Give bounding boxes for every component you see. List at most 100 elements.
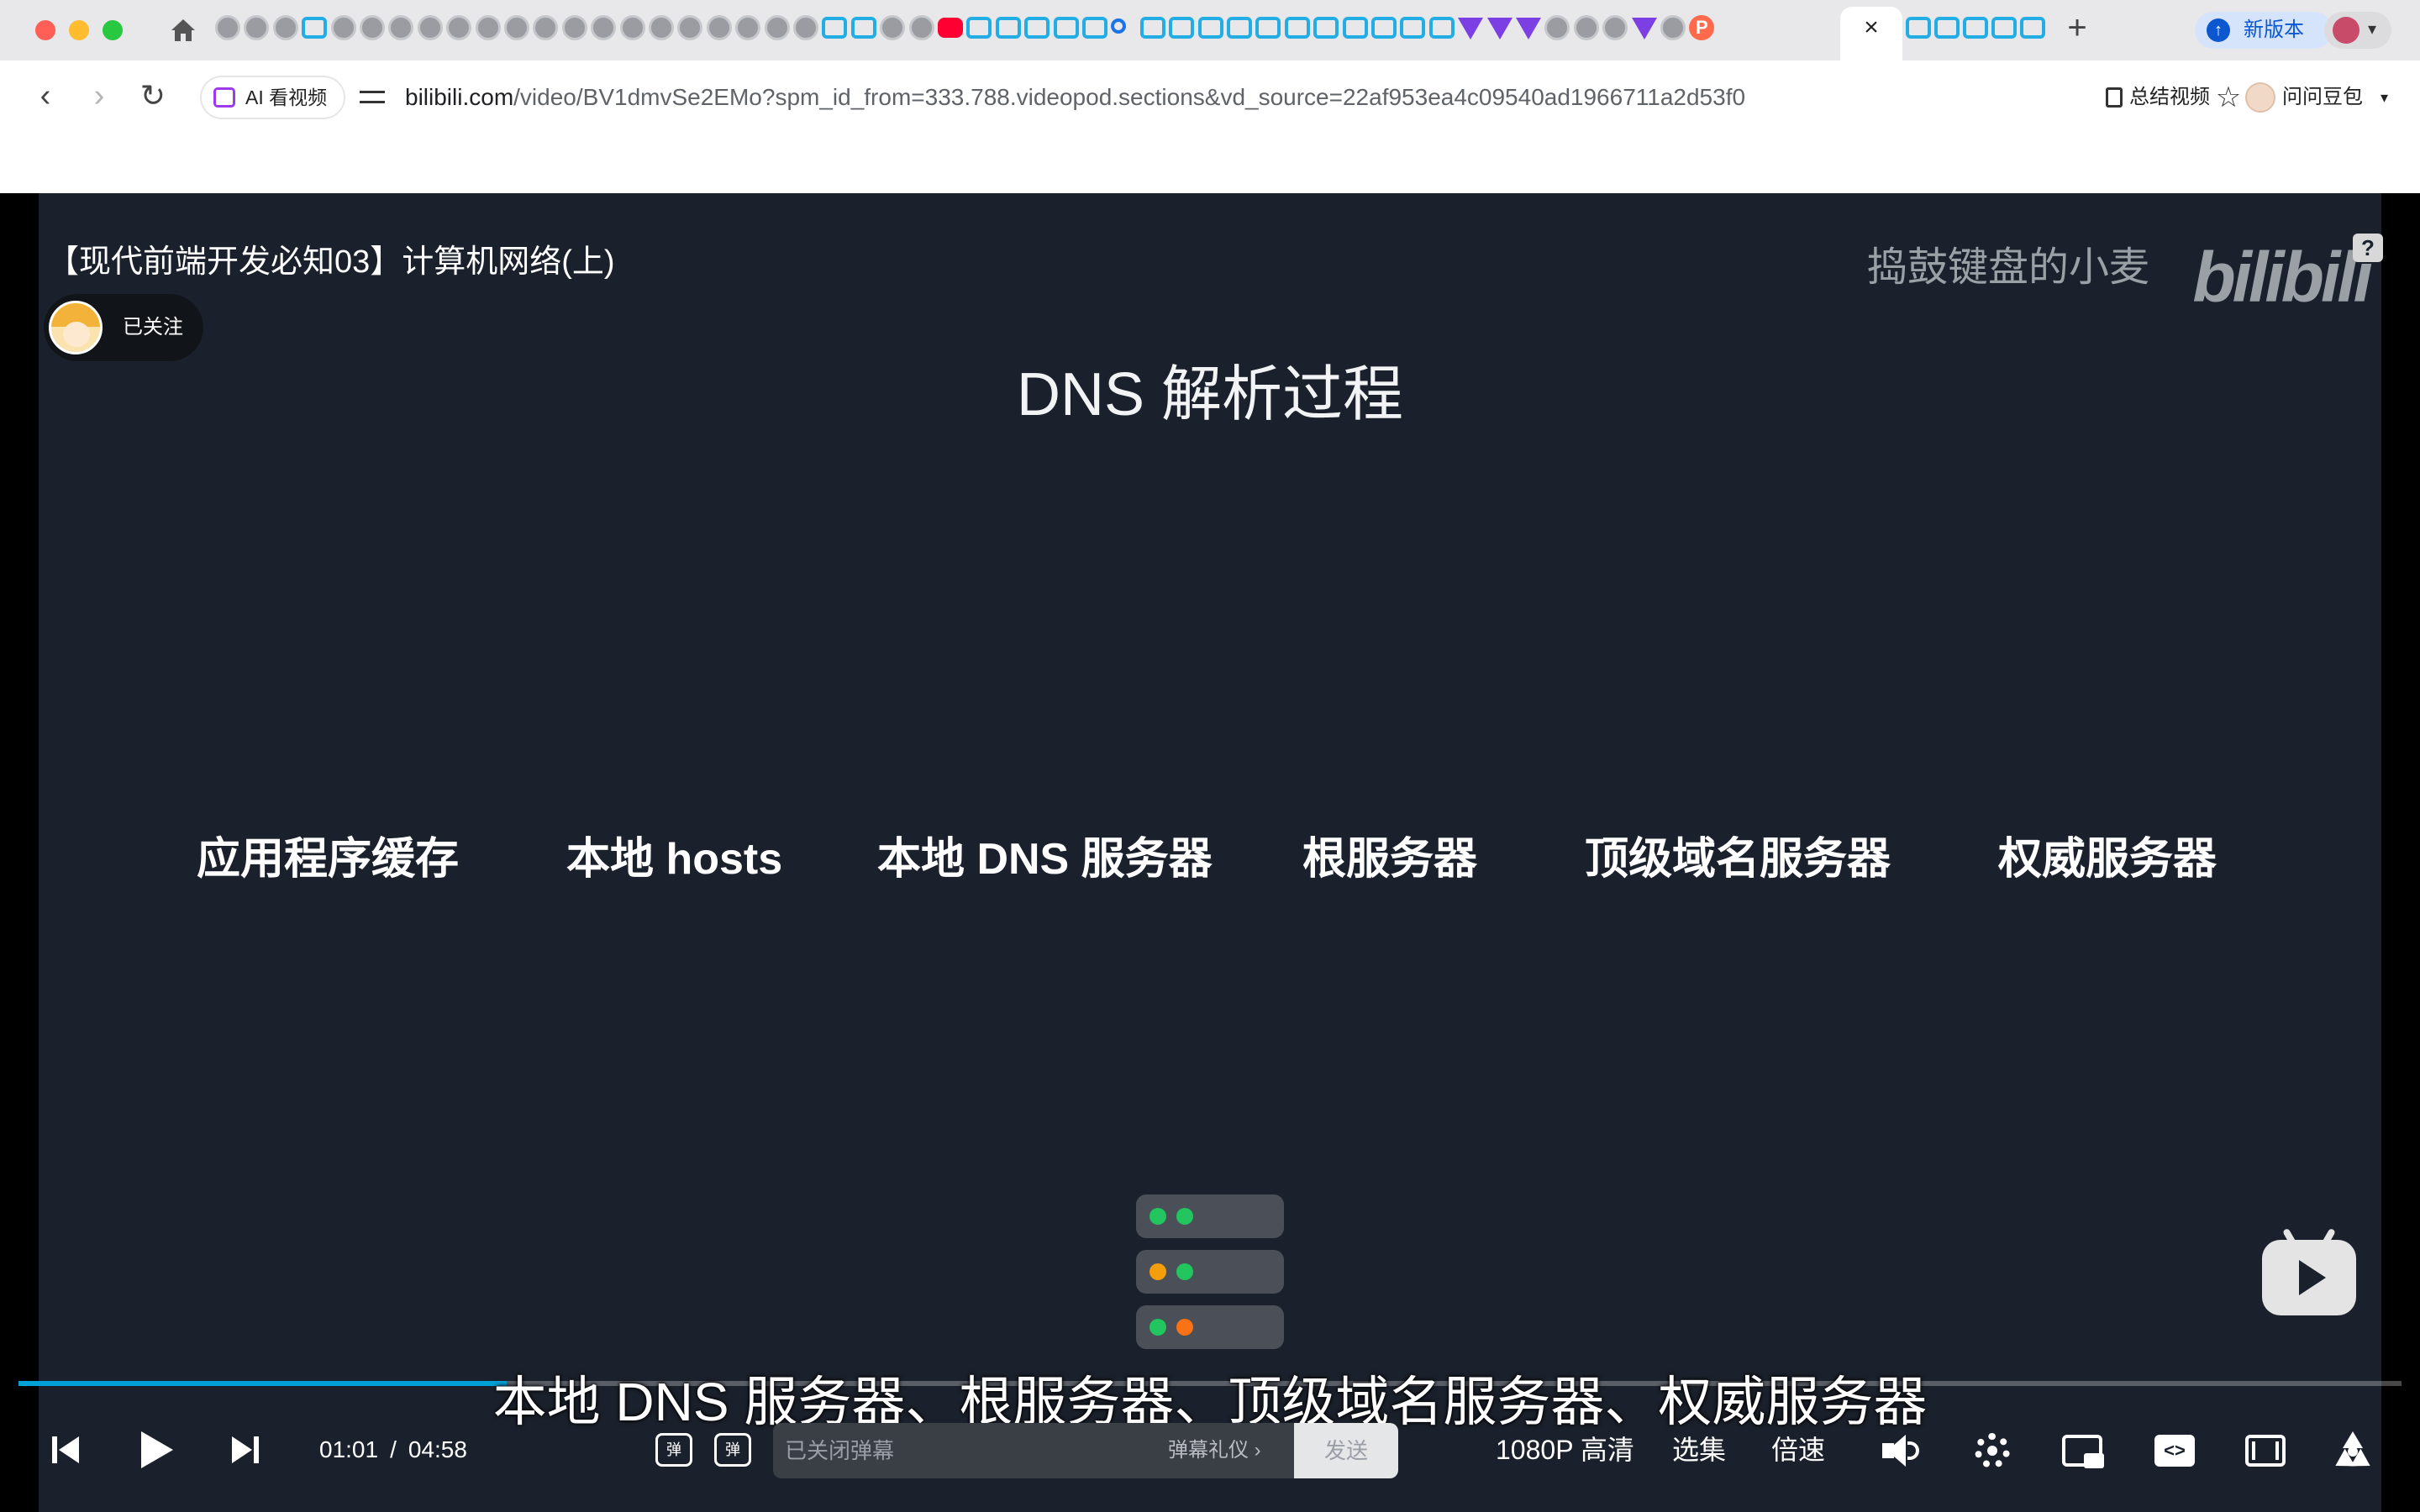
tab-favicon-globe[interactable] [330, 15, 356, 40]
tab-favicon-bili[interactable] [302, 17, 328, 39]
tab-favicon-globe[interactable] [475, 15, 501, 40]
bilibili-logo: bilibili [2192, 238, 2373, 317]
tab-favicon-bili[interactable] [1284, 17, 1310, 39]
tab-favicon-bili[interactable] [1991, 17, 2017, 39]
back-button[interactable]: ‹ [27, 79, 64, 116]
picture-in-picture-icon[interactable] [2062, 1435, 2104, 1468]
tab-favicon-bili[interactable] [1342, 17, 1368, 39]
close-tab-icon[interactable]: × [1855, 12, 1887, 44]
danmaku-toggle-icon[interactable]: 弹 [655, 1433, 692, 1467]
address-bar[interactable]: AI 看视频 bilibili.com/video/BV1dmvSe2EMo?s… [195, 71, 2241, 124]
tab-favicon-bili[interactable] [966, 17, 992, 39]
tab-favicon-bili[interactable] [1963, 17, 1988, 39]
danmaku-etiquette-link[interactable]: 弹幕礼仪 › [1168, 1423, 1261, 1478]
bookmark-star-icon[interactable]: ☆ [2212, 81, 2245, 114]
tab-favicon-globe[interactable] [677, 15, 703, 40]
tab-favicon-globe[interactable] [360, 15, 385, 40]
tab-favicon-bili[interactable] [1082, 17, 1107, 39]
tab-favicon-globe[interactable] [706, 15, 732, 40]
send-danmaku-button[interactable]: 发送 [1294, 1423, 1398, 1478]
volume-icon[interactable] [1882, 1435, 1921, 1467]
tab-favicon-bili[interactable] [1428, 17, 1455, 39]
ai-watch-video-chip[interactable]: AI 看视频 [202, 77, 345, 118]
tab-favicon-bili[interactable] [850, 17, 876, 39]
tab-favicon-globe[interactable] [764, 15, 790, 40]
new-version-button[interactable]: ↑ 新版本 [2195, 12, 2333, 49]
reload-button[interactable]: ↻ [134, 79, 171, 116]
web-fullscreen-icon[interactable] [2245, 1435, 2286, 1467]
tab-favicon-yt[interactable] [938, 18, 963, 38]
tab-favicon-globe[interactable] [446, 15, 472, 40]
gear-icon[interactable] [1975, 1433, 2010, 1468]
widescreen-icon[interactable]: <> [2154, 1435, 2195, 1467]
status-led [1176, 1208, 1193, 1225]
quality-button[interactable]: 1080P 高清 [1496, 1428, 1634, 1472]
url-text[interactable]: bilibili.com/video/BV1dmvSe2EMo?spm_id_f… [405, 71, 1745, 124]
tab-favicon-pbadge[interactable]: P [1689, 15, 1715, 40]
tab-favicon-globe[interactable] [533, 15, 559, 40]
summarize-video-button[interactable]: 总结视频 [2101, 79, 2210, 116]
tab-favicon-bili[interactable] [1906, 17, 1931, 39]
tab-favicon-bili[interactable] [995, 17, 1021, 39]
tab-favicon-globe[interactable] [504, 15, 529, 40]
tab-favicon-globe[interactable] [388, 15, 414, 40]
danmaku-input[interactable]: 已关闭弹幕 [785, 1423, 894, 1478]
tab-favicon-bili[interactable] [1934, 17, 1960, 39]
close-window-button[interactable] [35, 20, 55, 40]
tab-favicon-bili[interactable] [1197, 17, 1223, 39]
tab-favicon-globe[interactable] [215, 15, 240, 40]
episodes-button[interactable]: 选集 [1672, 1428, 1726, 1472]
url-host: bilibili.com [405, 84, 514, 110]
tab-favicon-globe[interactable] [1544, 15, 1570, 40]
tab-favicon-globe[interactable] [272, 15, 298, 40]
zoom-window-button[interactable] [103, 20, 123, 40]
tab-favicon-bili[interactable] [1227, 17, 1252, 39]
tab-favicon-globe[interactable] [1573, 15, 1599, 40]
tab-favicon-search[interactable] [1111, 18, 1127, 34]
tab-favicon-globe[interactable] [619, 15, 645, 40]
new-tab-button[interactable]: + [2060, 11, 2094, 45]
server-unit [1136, 1305, 1284, 1349]
tab-favicon-globe[interactable] [880, 15, 906, 40]
tab-favicon-vue[interactable] [1458, 18, 1484, 39]
tab-favicon-globe[interactable] [591, 15, 617, 40]
tab-favicon-globe[interactable] [561, 15, 587, 40]
help-icon[interactable]: ? [2353, 234, 2383, 262]
tab-favicon-bili[interactable] [2020, 17, 2045, 39]
tab-favicon-globe[interactable] [244, 15, 270, 40]
site-settings-icon[interactable] [360, 86, 385, 109]
dns-step: 本地 DNS 服务器 [877, 835, 1213, 884]
home-icon[interactable] [168, 15, 198, 45]
next-icon[interactable] [230, 1435, 260, 1465]
tab-favicon-bili[interactable] [1371, 17, 1397, 39]
tab-favicon-bili[interactable] [1400, 17, 1426, 39]
fullscreen-icon[interactable] [2330, 1431, 2375, 1475]
tab-favicon-vue[interactable] [1631, 18, 1657, 39]
tab-favicon-bili[interactable] [1255, 17, 1281, 39]
tab-favicon-globe[interactable] [793, 15, 818, 40]
tab-favicon-vue[interactable] [1486, 18, 1512, 39]
danmaku-settings-icon[interactable]: 弹 [714, 1433, 751, 1467]
tab-favicon-bili[interactable] [1169, 17, 1195, 39]
doubao-account-button[interactable]: 问问豆包 ▾ [2242, 79, 2388, 116]
summarize-label: 总结视频 [2129, 86, 2210, 108]
tab-favicon-bili[interactable] [1024, 17, 1050, 39]
tab-favicon-vue[interactable] [1516, 18, 1541, 39]
tab-favicon-globe[interactable] [1602, 15, 1628, 40]
tab-favicon-bili[interactable] [1313, 17, 1339, 39]
tab-favicon-globe[interactable] [417, 15, 443, 40]
tab-favicon-bili[interactable] [1139, 17, 1165, 39]
play-icon[interactable] [138, 1430, 175, 1470]
video-player[interactable]: 【现代前端开发必知03】计算机网络(上) 已关注 捣鼓键盘的小麦 bilibil… [0, 193, 2420, 1512]
profile-menu-button[interactable]: ▾ [2324, 12, 2391, 49]
minimize-window-button[interactable] [69, 20, 89, 40]
tab-favicon-globe[interactable] [908, 15, 934, 40]
tab-favicon-globe[interactable] [735, 15, 761, 40]
tab-favicon-globe[interactable] [649, 15, 674, 40]
previous-icon[interactable] [50, 1435, 81, 1465]
tab-favicon-bili[interactable] [1053, 17, 1079, 39]
playback-speed-button[interactable]: 倍速 [1771, 1428, 1825, 1472]
tab-favicon-globe[interactable] [1660, 15, 1686, 40]
tab-favicon-bili[interactable] [822, 17, 848, 39]
forward-button[interactable]: › [81, 79, 118, 116]
